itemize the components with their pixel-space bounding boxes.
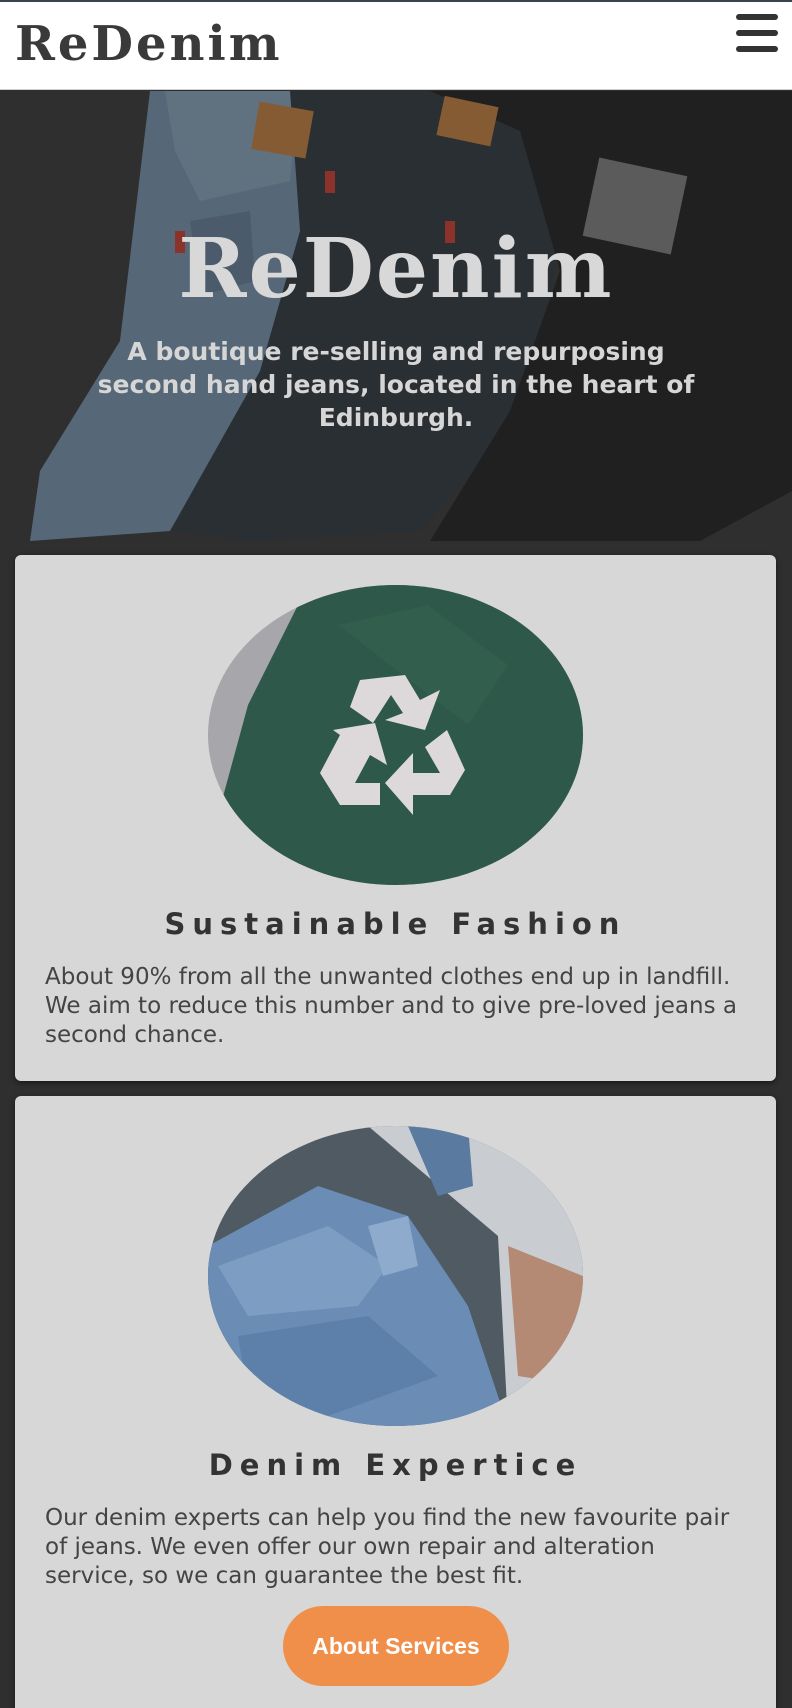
- hamburger-bar: [736, 30, 778, 36]
- card-image-recycle: [208, 585, 583, 885]
- card-text: Our denim experts can help you find the …: [45, 1505, 730, 1589]
- card-text: About 90% from all the unwanted clothes …: [45, 964, 737, 1048]
- card-title: Denim Expertice: [208, 1448, 583, 1482]
- hero-banner: ReDenim A boutique re-selling and repurp…: [0, 91, 792, 541]
- card-denim-expertice: Denim Expertice Our denim experts can he…: [15, 1096, 776, 1708]
- hamburger-bar: [736, 46, 778, 52]
- card-title: Sustainable Fashion: [164, 907, 627, 941]
- hamburger-menu-icon[interactable]: [736, 14, 778, 52]
- card-image-denim: [208, 1126, 583, 1426]
- hero-title: ReDenim: [178, 221, 614, 317]
- about-services-button[interactable]: About Services: [283, 1606, 509, 1686]
- hero-tagline: A boutique re-selling and repurposing se…: [97, 337, 695, 432]
- recycle-image: [208, 585, 583, 885]
- card-sustainable-fashion: Sustainable Fashion About 90% from all t…: [15, 555, 776, 1081]
- logo[interactable]: ReDenim: [15, 16, 283, 72]
- navbar: ReDenim: [0, 2, 792, 90]
- hamburger-bar: [736, 14, 778, 20]
- denim-stack-image: [208, 1126, 583, 1426]
